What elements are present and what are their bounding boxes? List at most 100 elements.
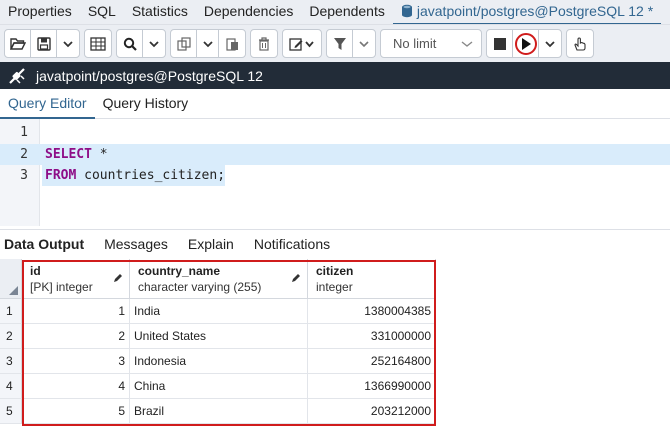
stop-button[interactable]: [487, 30, 513, 57]
clipboard-group: [170, 29, 246, 58]
delete-button[interactable]: [251, 30, 277, 57]
editor-tabs: Query Editor Query History: [0, 89, 670, 119]
paste-icon: [226, 37, 238, 51]
editor-line[interactable]: 3 FROM countries_citizen;: [0, 165, 670, 186]
table-icon: [90, 36, 106, 51]
cell-country-name[interactable]: United States: [130, 324, 308, 349]
sql-text: *: [91, 147, 108, 162]
copy-button[interactable]: [171, 30, 197, 57]
hand-icon: [574, 36, 586, 51]
filter-group: [326, 29, 376, 58]
row-number[interactable]: 4: [0, 374, 22, 399]
open-file-button[interactable]: [5, 30, 31, 57]
save-icon: [36, 36, 51, 51]
line-number: 3: [20, 168, 28, 183]
paste-button[interactable]: [219, 30, 245, 57]
execute-group: [486, 29, 562, 58]
tab-sql[interactable]: SQL: [80, 0, 124, 24]
cell-citizen[interactable]: 331000000: [308, 324, 436, 349]
cell-country-name[interactable]: China: [130, 374, 308, 399]
edit-grid-button[interactable]: [85, 30, 111, 57]
play-icon: [521, 37, 531, 50]
edit-icon: [289, 37, 314, 51]
cell-country-name[interactable]: Indonesia: [130, 349, 308, 374]
cell-id[interactable]: 4: [22, 374, 130, 399]
save-file-button[interactable]: [31, 30, 57, 57]
filter-icon: [333, 37, 346, 50]
execute-button[interactable]: [513, 30, 539, 57]
column-type: integer: [316, 280, 353, 294]
tab-query-editor[interactable]: Query Editor: [0, 89, 95, 119]
editor-line[interactable]: 2 SELECT *: [0, 144, 670, 165]
misc-group: [566, 29, 594, 58]
chevron-down-icon: [359, 40, 369, 47]
save-dropdown-button[interactable]: [57, 30, 79, 57]
copy-dropdown-button[interactable]: [197, 30, 219, 57]
cell-id[interactable]: 3: [22, 349, 130, 374]
tab-dependencies[interactable]: Dependencies: [196, 0, 302, 24]
limit-select-value[interactable]: No limit: [381, 30, 481, 57]
column-header-citizen[interactable]: citizen integer: [308, 259, 436, 299]
tab-query-tool-label: javatpoint/postgres@PostgreSQL 12 *: [416, 3, 654, 19]
filter-dropdown-button[interactable]: [353, 30, 375, 57]
chevron-down-icon: [545, 40, 555, 47]
cell-country-name[interactable]: India: [130, 299, 308, 324]
tab-notifications[interactable]: Notifications: [254, 236, 330, 252]
tab-properties[interactable]: Properties: [0, 0, 80, 24]
cell-country-name[interactable]: Brazil: [130, 399, 308, 424]
macro-button[interactable]: [567, 30, 593, 57]
connection-bar[interactable]: javatpoint/postgres@PostgreSQL 12: [0, 62, 670, 89]
line-number: 2: [20, 147, 28, 162]
database-icon: [401, 4, 412, 18]
editor-line[interactable]: 1: [0, 122, 670, 143]
column-name: citizen: [316, 264, 354, 278]
pencil-icon[interactable]: [291, 273, 301, 283]
cell-id[interactable]: 2: [22, 324, 130, 349]
tab-query-history[interactable]: Query History: [95, 89, 197, 119]
find-group: [116, 29, 166, 58]
cell-citizen[interactable]: 1380004385: [308, 299, 436, 324]
column-header-country-name[interactable]: country_name character varying (255): [130, 259, 308, 299]
row-number[interactable]: 1: [0, 299, 22, 324]
cell-citizen[interactable]: 1366990000: [308, 374, 436, 399]
tab-explain[interactable]: Explain: [188, 236, 234, 252]
cell-citizen[interactable]: 203212000: [308, 399, 436, 424]
chevron-down-icon: [461, 40, 473, 47]
execute-dropdown-button[interactable]: [539, 30, 561, 57]
cell-citizen[interactable]: 252164800: [308, 349, 436, 374]
cell-id[interactable]: 5: [22, 399, 130, 424]
find-button[interactable]: [117, 30, 143, 57]
corner-triangle-icon: [9, 286, 18, 295]
select-all-corner[interactable]: [0, 259, 22, 299]
query-toolbar: No limit: [0, 25, 670, 62]
grid-group: [84, 29, 112, 58]
row-number[interactable]: 5: [0, 399, 22, 424]
chevron-down-icon: [202, 40, 213, 47]
row-number[interactable]: 2: [0, 324, 22, 349]
tab-query-tool[interactable]: javatpoint/postgres@PostgreSQL 12 *: [392, 0, 662, 24]
tab-data-output[interactable]: Data Output: [4, 236, 84, 252]
connection-label: javatpoint/postgres@PostgreSQL 12: [36, 67, 263, 84]
limit-select[interactable]: No limit: [380, 29, 482, 58]
tab-statistics[interactable]: Statistics: [124, 0, 196, 24]
line-number: 1: [20, 125, 28, 140]
pencil-icon[interactable]: [113, 273, 123, 283]
tab-messages[interactable]: Messages: [104, 236, 168, 252]
cell-id[interactable]: 1: [22, 299, 130, 324]
connection-icon: [9, 67, 25, 84]
tab-dependents[interactable]: Dependents: [301, 0, 393, 24]
results-grid: id [PK] integer country_name character v…: [0, 259, 670, 428]
edit-group: [282, 29, 322, 58]
filter-button[interactable]: [327, 30, 353, 57]
copy-icon: [176, 36, 191, 51]
output-tabs: Data Output Messages Explain Notificatio…: [0, 229, 670, 257]
find-dropdown-button[interactable]: [143, 30, 165, 57]
limit-label: No limit: [393, 36, 437, 51]
edit-button[interactable]: [283, 30, 321, 57]
chevron-down-icon: [149, 40, 159, 47]
stop-icon: [493, 37, 506, 50]
folder-open-icon: [9, 37, 26, 50]
column-header-id[interactable]: id [PK] integer: [22, 259, 130, 299]
sql-editor[interactable]: 1 2 SELECT * 3 FROM countries_citizen;: [0, 119, 670, 226]
row-number[interactable]: 3: [0, 349, 22, 374]
